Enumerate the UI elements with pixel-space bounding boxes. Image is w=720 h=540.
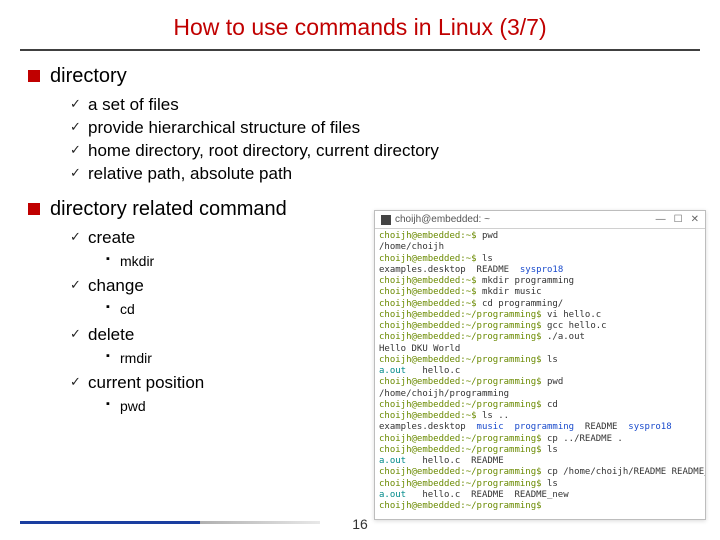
slide-title: How to use commands in Linux (3/7) (0, 0, 720, 49)
list-item-label: current position (88, 373, 204, 392)
section-heading: directory (28, 65, 692, 88)
list-item: relative path, absolute path (70, 163, 692, 186)
list-item: a set of files (70, 94, 692, 117)
list-item-label: delete (88, 325, 134, 344)
list-item-label: create (88, 228, 135, 247)
maximize-icon[interactable]: ☐ (674, 214, 683, 225)
list-item: provide hierarchical structure of files (70, 117, 692, 140)
terminal-titlebar: choijh@embedded: ~ — ☐ ✕ (375, 211, 705, 229)
terminal-body[interactable]: choijh@embedded:~$ pwd /home/choijh choi… (375, 229, 705, 519)
list-item: home directory, root directory, current … (70, 140, 692, 163)
title-underline (20, 49, 700, 51)
bullet-list: a set of files provide hierarchical stru… (28, 94, 692, 186)
minimize-icon[interactable]: — (656, 214, 666, 225)
section-directory: directory a set of files provide hierarc… (28, 65, 692, 186)
terminal-title: choijh@embedded: ~ (395, 214, 490, 225)
terminal-window: choijh@embedded: ~ — ☐ ✕ choijh@embedded… (374, 210, 706, 520)
list-item-label: change (88, 276, 144, 295)
close-icon[interactable]: ✕ (691, 214, 699, 225)
page-number: 16 (0, 516, 720, 532)
terminal-icon (381, 215, 391, 225)
